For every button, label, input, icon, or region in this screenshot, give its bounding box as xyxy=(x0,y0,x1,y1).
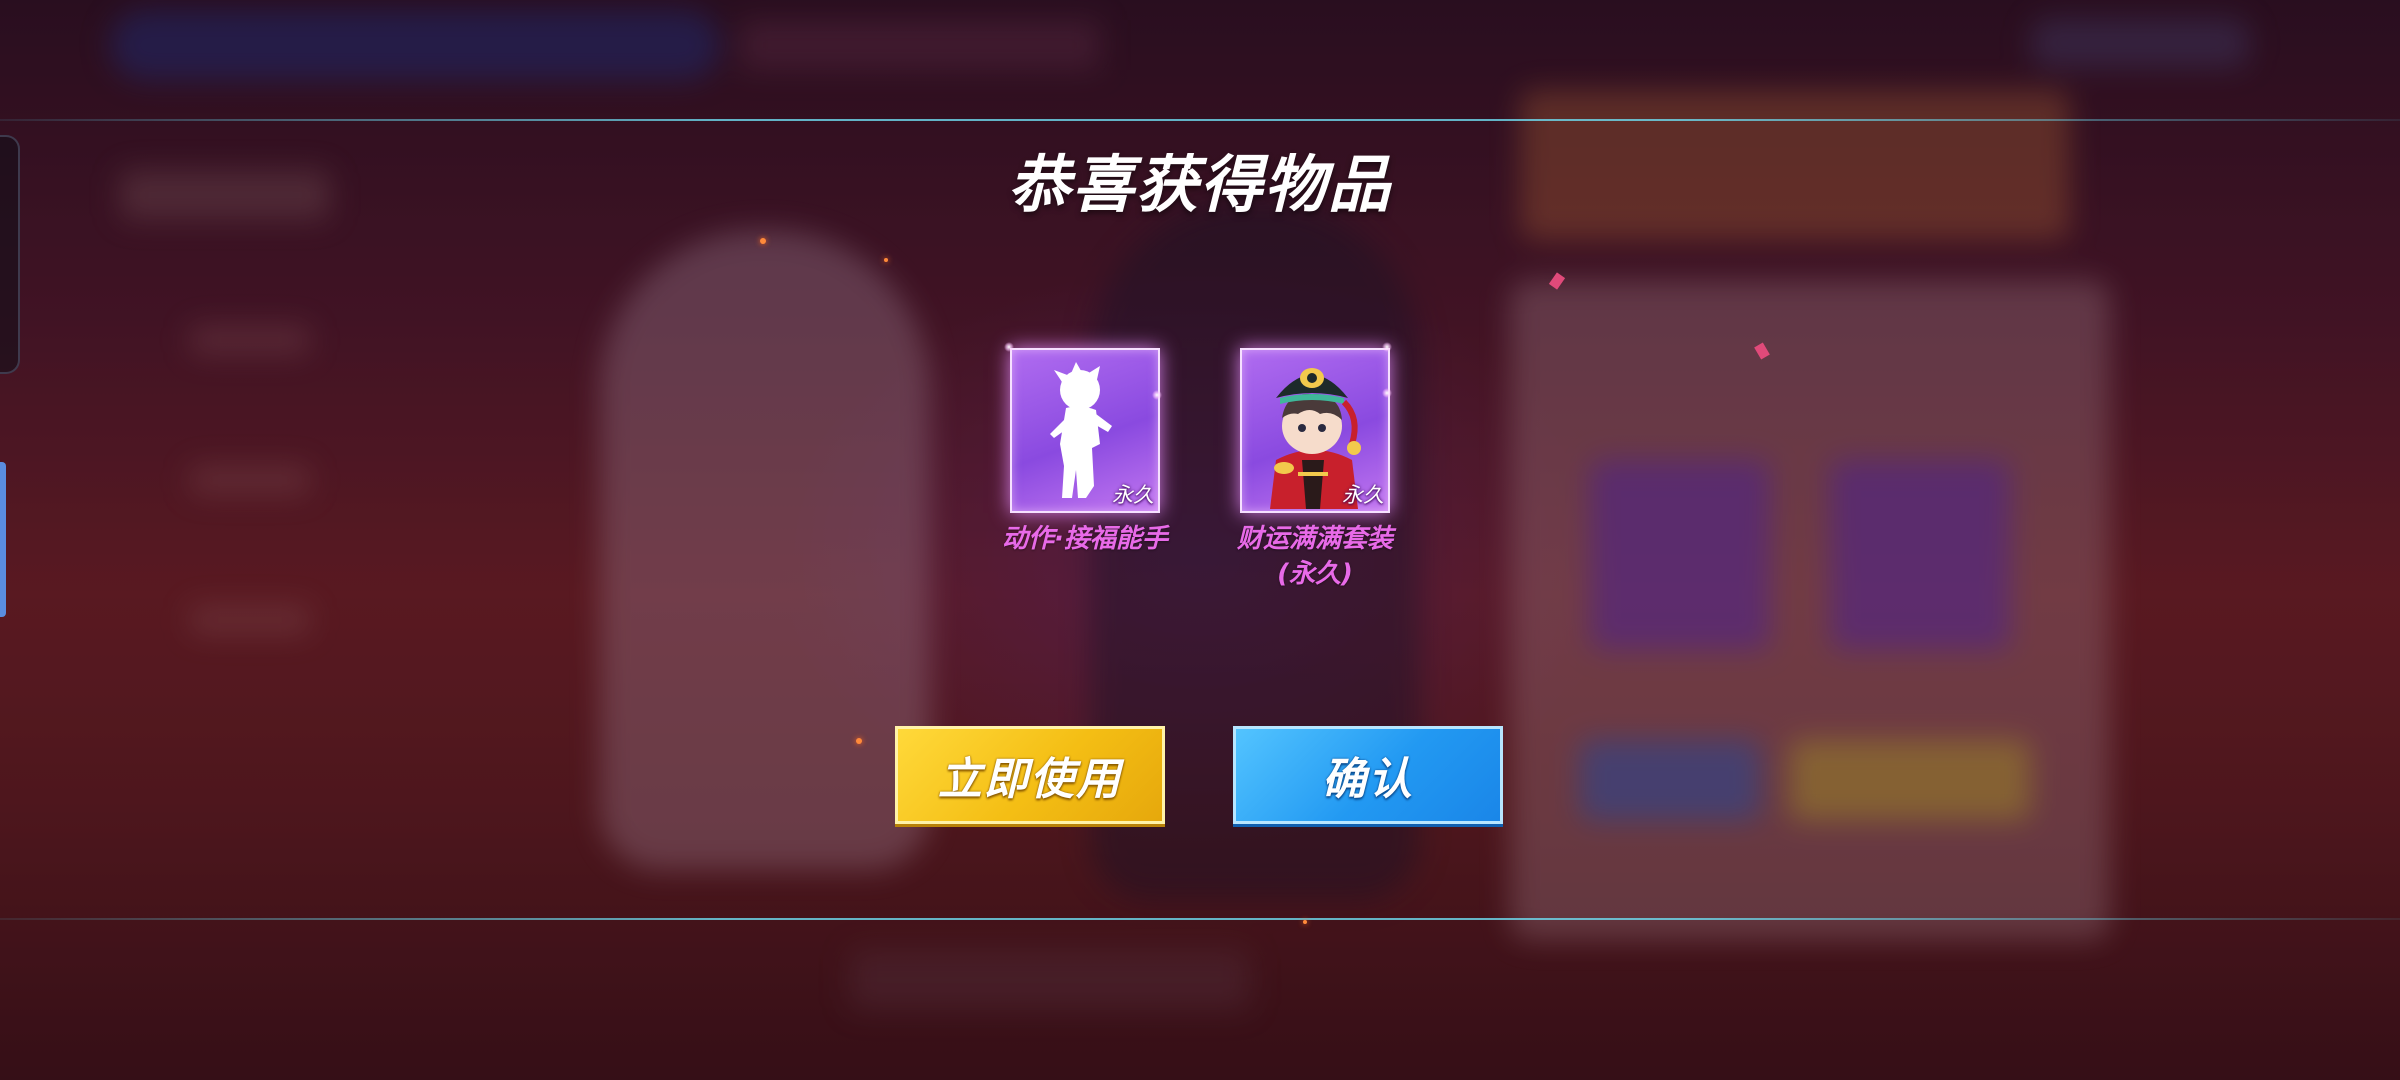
dialog-title: 恭喜获得物品 xyxy=(1007,148,1392,221)
modal-bottom-border xyxy=(0,918,2400,920)
sparkle-icon xyxy=(1152,390,1162,400)
reward-item-name: 财运满满套装 (永久) xyxy=(1236,524,1393,589)
game-screen: 恭喜获得物品 永久 动作·接福能手 永久 财运满满套装 (永久) 立即使用 确认 xyxy=(0,0,2400,1080)
ember-particle xyxy=(856,738,862,744)
confirm-button[interactable]: 确认 xyxy=(1233,726,1503,824)
reward-item-card[interactable]: 永久 xyxy=(1240,342,1392,513)
ember-particle xyxy=(760,238,766,244)
reward-item-name: 动作·接福能手 xyxy=(1002,524,1168,554)
use-now-button[interactable]: 立即使用 xyxy=(895,726,1165,824)
sparkle-icon xyxy=(1382,388,1392,398)
duration-badge: 永久 xyxy=(1112,483,1154,507)
left-edge-tab[interactable] xyxy=(0,462,6,617)
reward-item-card[interactable]: 永久 xyxy=(1004,342,1162,513)
sparkle-icon xyxy=(1004,342,1014,352)
modal-top-border xyxy=(0,119,2400,121)
duration-badge: 永久 xyxy=(1342,483,1384,507)
sparkle-icon xyxy=(1382,342,1392,352)
ember-particle xyxy=(884,258,888,262)
ember-particle xyxy=(1303,920,1307,924)
left-edge-handle[interactable] xyxy=(0,135,20,374)
